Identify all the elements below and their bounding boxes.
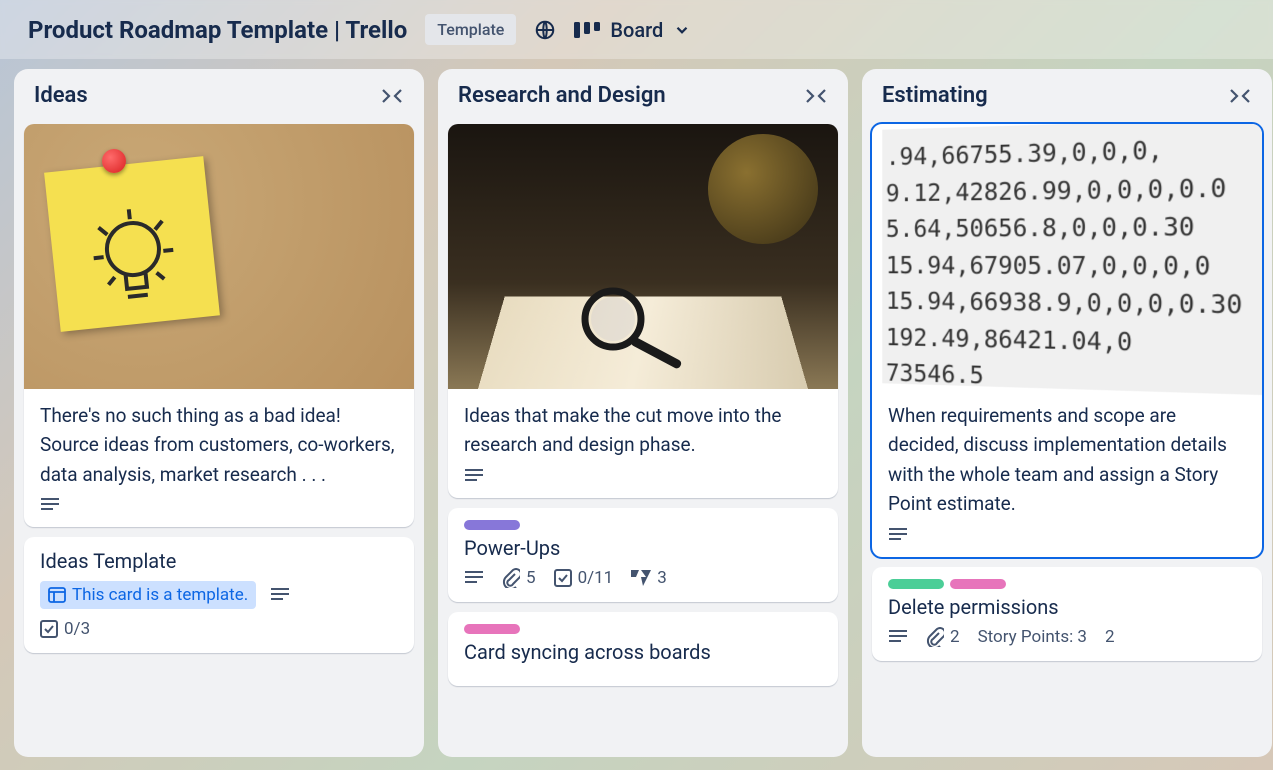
board-view-icon [574,20,600,40]
card[interactable]: Power-Ups 5 0/11 [448,508,838,602]
card-labels [464,520,822,530]
list-title[interactable]: Research and Design [458,83,666,108]
description-icon [464,468,484,484]
card-text: When requirements and scope are decided,… [888,401,1246,519]
card-title: Delete permissions [888,595,1246,619]
template-card-badge: This card is a template. [40,581,256,609]
collapse-icon[interactable] [380,87,404,105]
list-research-design: Research and Design Ideas that make the … [438,69,848,757]
card[interactable]: Card syncing across boards [448,612,838,686]
view-label: Board [610,18,663,42]
card[interactable]: Delete permissions 2 Story Points: 3 2 [872,567,1262,661]
card-text: Ideas that make the cut move into the re… [464,401,822,460]
card-title: Card syncing across boards [464,640,822,664]
description-icon [464,570,484,586]
list-title[interactable]: Estimating [882,83,988,108]
label-green[interactable] [888,579,944,589]
card-title: Power-Ups [464,536,822,560]
template-badge[interactable]: Template [425,14,516,45]
view-switcher[interactable]: Board [574,18,691,42]
card[interactable]: There's no such thing as a bad idea! Sou… [24,124,414,527]
attachment-badge: 2 [926,627,960,647]
label-pink[interactable] [464,624,520,634]
card-labels [888,579,1246,589]
collapse-icon[interactable] [1228,87,1252,105]
powerup-badge: 3 [631,568,667,588]
card[interactable]: Ideas that make the cut move into the re… [448,124,838,498]
board-header: Product Roadmap Template | Trello Templa… [0,0,1273,59]
template-icon [48,587,66,603]
story-points-badge: Story Points: 3 [978,627,1087,647]
label-pink[interactable] [950,579,1006,589]
description-icon [888,527,908,543]
description-icon [40,497,60,513]
card-title: Ideas Template [40,549,398,573]
card-cover-image [448,124,838,389]
card[interactable]: .94,66755.39,0,0,0, 9.12,42826.99,0,0,0,… [872,124,1262,557]
list-estimating: Estimating .94,66755.39,0,0,0, 9.12,4282… [862,69,1272,757]
card-cover-image: .94,66755.39,0,0,0, 9.12,42826.99,0,0,0,… [882,124,1262,395]
checklist-badge: 0/11 [554,568,614,588]
checklist-badge: 0/3 [40,619,90,639]
card-text: There's no such thing as a bad idea! Sou… [40,401,398,489]
label-purple[interactable] [464,520,520,530]
chevron-down-icon [673,21,691,39]
board-area: Ideas There's no such thing as a bad ide… [0,59,1273,767]
description-icon [270,587,290,603]
extra-badge: 2 [1105,627,1115,647]
card[interactable]: Ideas Template This card is a template. [24,537,414,653]
card-cover-image [24,124,414,389]
description-icon [888,629,908,645]
card-labels [464,624,822,634]
collapse-icon[interactable] [804,87,828,105]
attachment-badge: 5 [502,568,536,588]
board-title: Product Roadmap Template | Trello [28,16,407,44]
globe-icon[interactable] [534,19,556,41]
list-title[interactable]: Ideas [34,83,88,108]
list-ideas: Ideas There's no such thing as a bad ide… [14,69,424,757]
